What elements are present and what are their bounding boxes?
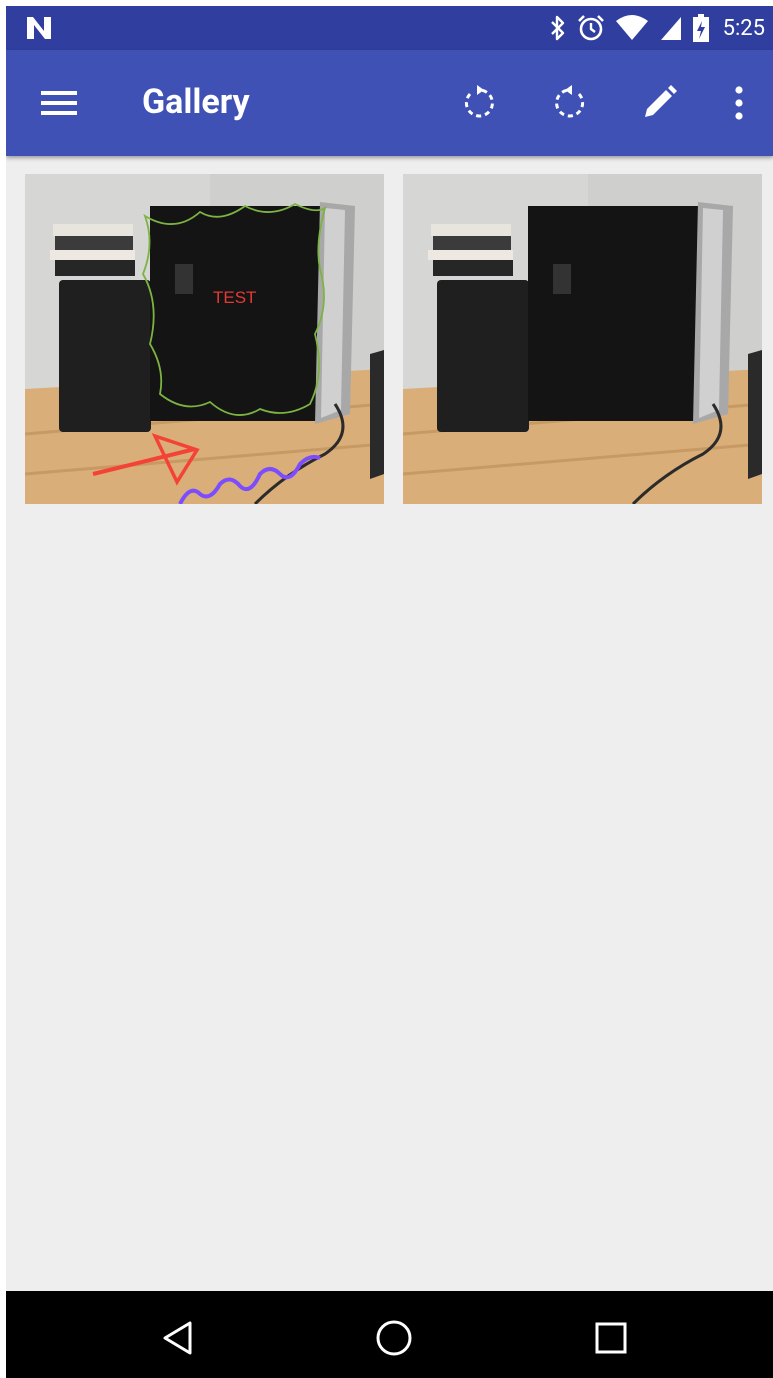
photo-image	[403, 174, 762, 504]
status-bar: 5:25	[6, 6, 773, 50]
edit-icon	[645, 85, 677, 117]
alarm-icon	[577, 15, 604, 41]
signal-icon	[660, 17, 681, 40]
recents-button[interactable]	[586, 1313, 636, 1363]
wifi-icon	[615, 15, 648, 40]
recents-icon	[595, 1322, 627, 1354]
status-icons: 5:25	[549, 6, 765, 50]
home-button[interactable]	[369, 1313, 419, 1363]
menu-icon	[41, 91, 77, 115]
home-icon	[376, 1320, 412, 1356]
photo-thumbnail[interactable]	[403, 174, 762, 504]
photo-thumbnail-annotated[interactable]: TEST	[25, 174, 384, 504]
rotate-right-icon	[555, 85, 585, 118]
battery-charging-icon	[692, 14, 709, 42]
edit-button[interactable]	[634, 78, 684, 128]
rotate-right-button[interactable]	[544, 78, 594, 128]
navigation-bar	[6, 1291, 773, 1378]
back-icon	[163, 1321, 192, 1355]
notification-n-icon	[27, 17, 51, 39]
menu-button[interactable]	[34, 78, 84, 128]
back-button[interactable]	[153, 1313, 203, 1363]
annotation-text: TEST	[213, 288, 256, 307]
status-time: 5:25	[722, 15, 765, 41]
more-vert-icon	[735, 86, 743, 120]
rotate-left-button[interactable]	[455, 78, 505, 128]
page-title: Gallery	[142, 82, 250, 122]
more-options-button[interactable]	[714, 78, 764, 128]
photo-image: TEST	[25, 174, 384, 504]
bluetooth-icon	[550, 15, 564, 41]
app-toolbar: Gallery	[6, 50, 773, 156]
app-screen: 5:25 Gallery TEST	[6, 6, 773, 1378]
rotate-left-icon	[464, 85, 494, 118]
